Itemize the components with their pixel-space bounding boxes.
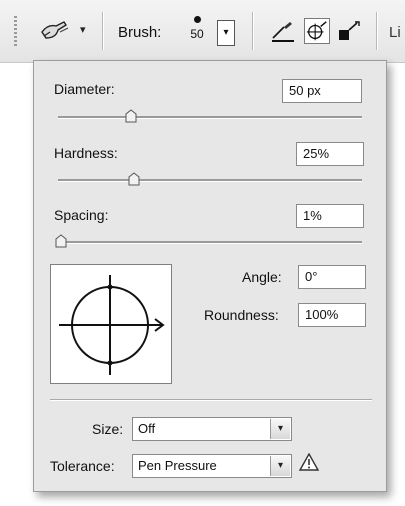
brush-size: 50 bbox=[190, 27, 204, 41]
hardness-field[interactable]: 25% bbox=[296, 142, 364, 166]
square-brush-icon[interactable] bbox=[336, 18, 362, 44]
brush-label: Brush: bbox=[118, 24, 162, 41]
options-bar: ▾ Brush: 50 ▾ Li bbox=[0, 0, 405, 63]
tool-preset-arrow[interactable]: ▾ bbox=[80, 23, 86, 36]
size-label: Size: bbox=[92, 421, 124, 437]
toolbar-separator bbox=[252, 12, 253, 50]
crosshair-brush-icon[interactable] bbox=[304, 18, 330, 44]
size-select-value: Off bbox=[138, 421, 156, 436]
diameter-field[interactable]: 50 px bbox=[282, 79, 362, 103]
brush-options-panel: Diameter: 50 px Hardness: 25% Spacing: 1… bbox=[33, 60, 387, 492]
truncated-toolbar-label: Li bbox=[389, 24, 401, 41]
angle-label: Angle: bbox=[242, 269, 282, 285]
brush-tip-preview[interactable] bbox=[50, 264, 172, 384]
panel-divider bbox=[50, 399, 372, 401]
spacing-slider-track[interactable] bbox=[58, 241, 362, 244]
diameter-label: Diameter: bbox=[54, 81, 115, 97]
angle-field[interactable]: 0° bbox=[298, 265, 366, 289]
toolbar-separator bbox=[102, 12, 103, 50]
toolbar-grip[interactable] bbox=[14, 16, 17, 46]
tolerance-label: Tolerance: bbox=[50, 458, 115, 474]
chevron-down-icon[interactable]: ▾ bbox=[270, 456, 290, 476]
brush-tip-preview-icon bbox=[59, 275, 165, 375]
brush-tool-icon[interactable] bbox=[38, 18, 72, 44]
pen-line-icon[interactable] bbox=[270, 18, 296, 44]
warning-triangle-icon bbox=[299, 453, 319, 471]
brush-preview[interactable]: 50 bbox=[184, 14, 210, 52]
tolerance-select[interactable]: Pen Pressure ▾ bbox=[132, 454, 292, 478]
roundness-label: Roundness: bbox=[204, 307, 279, 323]
chevron-down-icon[interactable]: ▾ bbox=[270, 419, 290, 439]
spacing-field[interactable]: 1% bbox=[296, 204, 364, 228]
hardness-slider-track[interactable] bbox=[58, 179, 362, 182]
hardness-slider-thumb[interactable] bbox=[128, 172, 140, 186]
brush-dot-icon bbox=[193, 16, 201, 23]
diameter-slider-thumb[interactable] bbox=[125, 109, 137, 123]
roundness-field[interactable]: 100% bbox=[298, 303, 366, 327]
tolerance-select-value: Pen Pressure bbox=[138, 458, 217, 473]
brush-dropdown-button[interactable]: ▾ bbox=[217, 20, 235, 46]
size-select[interactable]: Off ▾ bbox=[132, 417, 292, 441]
spacing-slider-thumb[interactable] bbox=[55, 234, 67, 248]
spacing-label: Spacing: bbox=[54, 207, 109, 223]
hardness-label: Hardness: bbox=[54, 145, 118, 161]
diameter-slider-track[interactable] bbox=[58, 116, 362, 119]
toolbar-separator bbox=[376, 12, 377, 50]
